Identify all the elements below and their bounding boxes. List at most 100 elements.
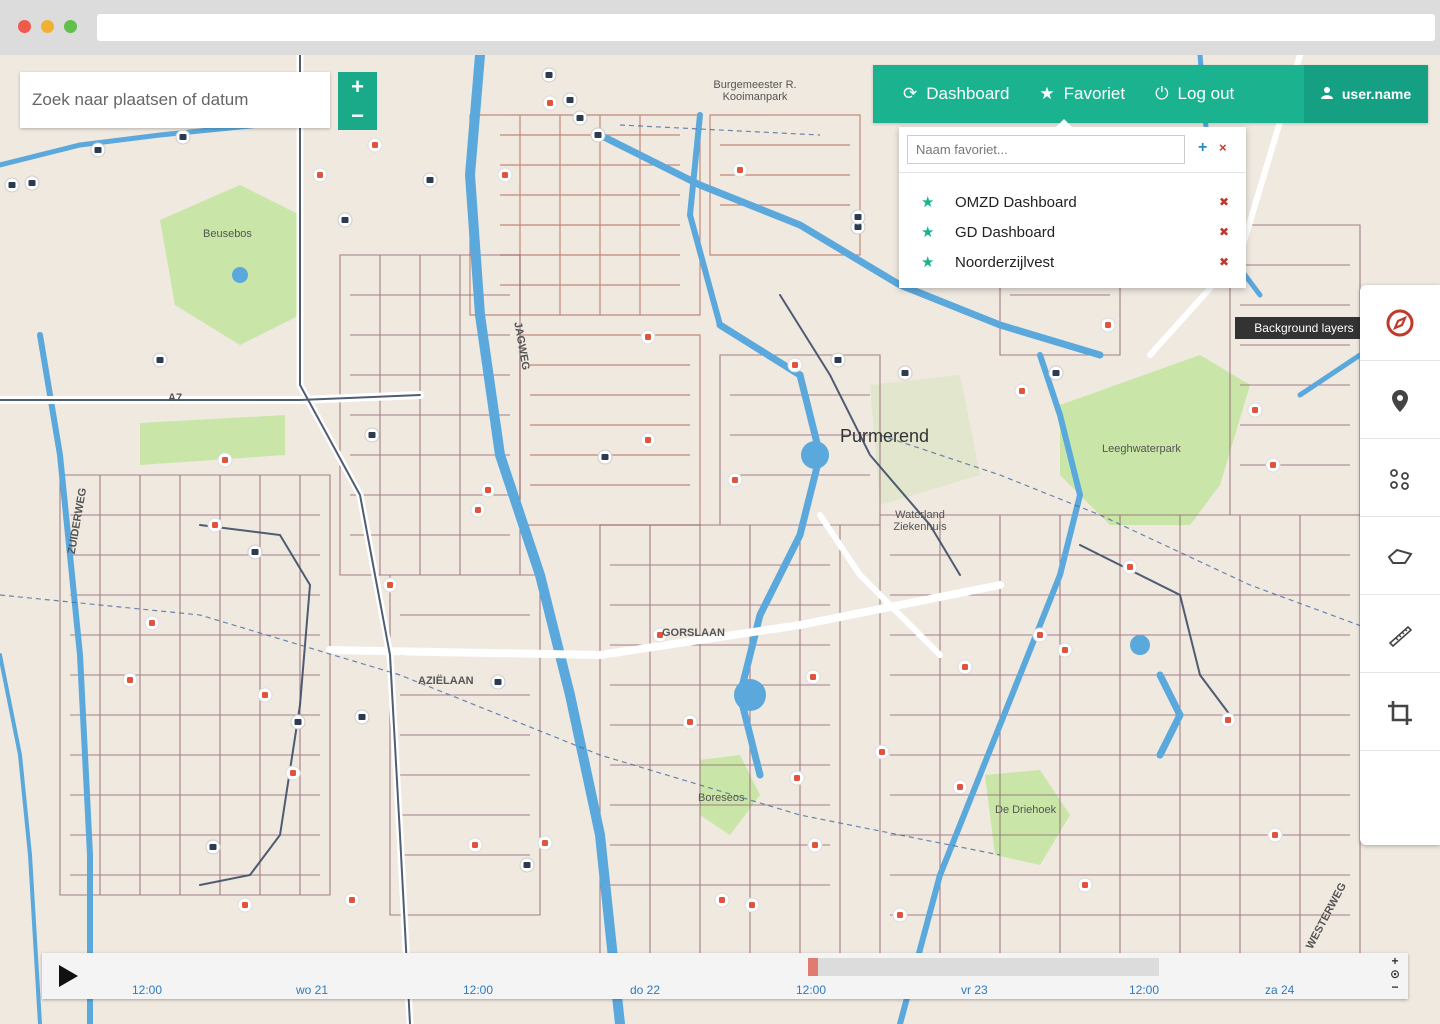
user-icon bbox=[1320, 86, 1333, 102]
map-marker-dot bbox=[810, 674, 816, 680]
scatter-points-icon bbox=[1390, 468, 1409, 490]
area-shape-button[interactable] bbox=[1360, 519, 1440, 595]
timeline-label: 12:00 bbox=[1129, 983, 1160, 997]
favorite-name-input[interactable] bbox=[907, 135, 1185, 164]
map-station-dot bbox=[358, 714, 366, 720]
map-marker-dot bbox=[149, 620, 155, 626]
map-marker-dot bbox=[794, 775, 800, 781]
map-marker-dot bbox=[1272, 832, 1278, 838]
map-station-dot bbox=[594, 132, 602, 138]
search-input[interactable] bbox=[20, 72, 330, 128]
map-station-dot bbox=[156, 357, 164, 363]
map-station-dot bbox=[545, 72, 553, 78]
map-marker-dot bbox=[127, 677, 133, 683]
background-layers-tooltip: Background layers bbox=[1235, 317, 1379, 339]
map-station-dot bbox=[901, 370, 909, 376]
map-marker-dot bbox=[812, 842, 818, 848]
map-marker-dot bbox=[1225, 717, 1231, 723]
play-icon bbox=[59, 965, 78, 987]
map-city-label: Purmerend bbox=[840, 426, 930, 446]
map-marker-dot bbox=[962, 664, 968, 670]
map-marker-dot bbox=[1127, 564, 1133, 570]
delete-favorite-button[interactable]: ✖ bbox=[1219, 255, 1229, 269]
favorite-item[interactable]: ★ OMZD Dashboard ✖ bbox=[921, 187, 1231, 217]
map-canvas[interactable]: Beusebos Leeghwaterpark Waterland Zieken… bbox=[0, 55, 1440, 1024]
nav-logout[interactable]: ⏻ Log out bbox=[1125, 65, 1234, 123]
map-station-dot bbox=[523, 862, 531, 868]
map-station-dot bbox=[94, 147, 102, 153]
map-station-dot bbox=[426, 177, 434, 183]
delete-favorite-button[interactable]: ✖ bbox=[1219, 195, 1229, 209]
map-station-dot bbox=[854, 224, 862, 230]
clear-favorite-button[interactable]: × bbox=[1219, 140, 1227, 155]
map-marker-dot bbox=[645, 334, 651, 340]
maximize-window-button[interactable] bbox=[64, 20, 77, 33]
ruler-button[interactable] bbox=[1360, 597, 1440, 673]
map-marker-dot bbox=[372, 142, 378, 148]
map-marker-dot bbox=[472, 842, 478, 848]
map-marker-dot bbox=[737, 167, 743, 173]
timeline-label: 12:00 bbox=[132, 983, 163, 997]
zoom-in-button[interactable]: + bbox=[338, 72, 377, 101]
background-layers-icon bbox=[1386, 309, 1414, 336]
map-label-boreseos: Boreseos bbox=[698, 792, 745, 804]
minimize-window-button[interactable] bbox=[41, 20, 54, 33]
favorite-input-row: + × bbox=[907, 135, 1238, 165]
map-marker-dot bbox=[957, 784, 963, 790]
map-marker-dot bbox=[645, 437, 651, 443]
nav-dashboard[interactable]: ⟳ Dashboard bbox=[873, 65, 1009, 123]
favorite-item[interactable]: ★ Noorderzijlvest ✖ bbox=[921, 247, 1231, 277]
map-marker-dot bbox=[242, 902, 248, 908]
timeline-zoom-controls: + ⊙ − bbox=[1388, 955, 1402, 997]
map-label-waterland-ziekenhuis: Waterland Ziekenhuis bbox=[893, 509, 947, 533]
map-station-dot bbox=[28, 180, 36, 186]
power-icon: ⏻ bbox=[1155, 84, 1169, 103]
timeline-range-bar[interactable] bbox=[808, 958, 1159, 976]
delete-favorite-button[interactable]: ✖ bbox=[1219, 225, 1229, 239]
map-marker-dot bbox=[687, 719, 693, 725]
timeline-current-marker[interactable] bbox=[808, 958, 818, 976]
map-station-dot bbox=[8, 182, 16, 188]
location-pin-button[interactable] bbox=[1360, 363, 1440, 439]
map-marker-dot bbox=[879, 749, 885, 755]
map-label-gorslaan: GORSLAAN bbox=[662, 627, 725, 639]
crop-button[interactable] bbox=[1360, 675, 1440, 751]
play-button[interactable] bbox=[56, 963, 80, 989]
map-marker-dot bbox=[349, 897, 355, 903]
star-icon: ★ bbox=[921, 254, 935, 271]
nav-dashboard-label: Dashboard bbox=[926, 84, 1010, 103]
user-menu[interactable]: user.name bbox=[1304, 65, 1428, 123]
map-station-dot bbox=[294, 719, 302, 725]
address-bar[interactable] bbox=[97, 14, 1435, 41]
favorite-item-label: OMZD Dashboard bbox=[955, 193, 1077, 211]
map-label-kooimanpark: Burgemeester R. Kooimanpark bbox=[713, 79, 797, 103]
nav-logout-label: Log out bbox=[1177, 84, 1235, 103]
zoom-out-button[interactable]: − bbox=[338, 101, 377, 130]
user-name: user.name bbox=[1341, 86, 1412, 102]
timeline-zoom-out-button[interactable]: − bbox=[1388, 981, 1402, 994]
close-window-button[interactable] bbox=[18, 20, 31, 33]
map-marker-dot bbox=[1019, 388, 1025, 394]
background-layers-button[interactable] bbox=[1360, 285, 1440, 361]
star-icon: ★ bbox=[921, 194, 935, 211]
map-marker-dot bbox=[222, 457, 228, 463]
map-label-beusebos: Beusebos bbox=[203, 228, 252, 240]
map-station-dot bbox=[1052, 370, 1060, 376]
nav-favoriet[interactable]: ★ Favoriet bbox=[1009, 65, 1125, 123]
browser-chrome bbox=[0, 0, 1440, 55]
map-station-dot bbox=[601, 454, 609, 460]
map-station-dot bbox=[854, 214, 862, 220]
ruler-icon bbox=[1388, 625, 1413, 647]
map-station-dot bbox=[566, 97, 574, 103]
map-marker-dot bbox=[475, 507, 481, 513]
scatter-points-button[interactable] bbox=[1360, 441, 1440, 517]
timeline-label: vr 23 bbox=[961, 983, 988, 997]
timeline-label: 12:00 bbox=[796, 983, 827, 997]
refresh-icon: ⟳ bbox=[903, 84, 918, 103]
map-marker-dot bbox=[792, 362, 798, 368]
star-icon: ★ bbox=[921, 224, 935, 241]
map-station-dot bbox=[494, 679, 502, 685]
add-favorite-button[interactable]: + bbox=[1198, 139, 1207, 157]
favorite-item[interactable]: ★ GD Dashboard ✖ bbox=[921, 217, 1231, 247]
map-marker-dot bbox=[290, 770, 296, 776]
